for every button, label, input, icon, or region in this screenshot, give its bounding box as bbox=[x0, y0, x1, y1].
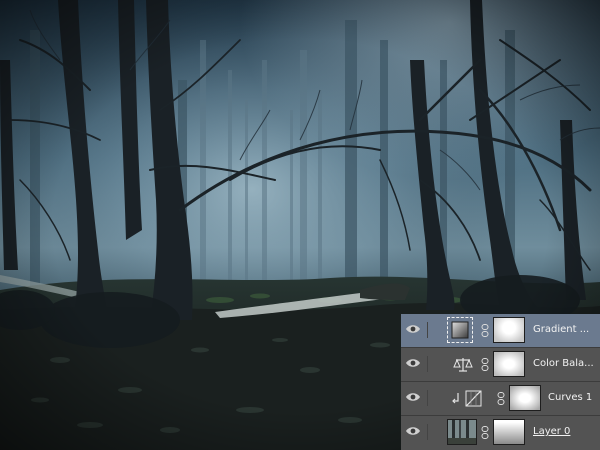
link-chain-icon[interactable] bbox=[497, 392, 505, 405]
layer-row-curves[interactable]: Curves 1 bbox=[401, 382, 600, 416]
color-balance-icon[interactable] bbox=[453, 356, 473, 373]
layer-image-thumbnail[interactable] bbox=[447, 419, 477, 445]
clipping-mask-arrow-icon bbox=[451, 392, 461, 404]
document-canvas: Gradient ... Color Bala... Curves 1 Laye… bbox=[0, 0, 600, 450]
link-chain-icon[interactable] bbox=[481, 358, 489, 371]
layer-name-layer-0[interactable]: Layer 0 bbox=[533, 426, 570, 437]
layer-name-color-balance[interactable]: Color Bala... bbox=[533, 358, 594, 369]
link-chain-icon[interactable] bbox=[481, 324, 489, 337]
layer-mask-thumbnail[interactable] bbox=[493, 317, 525, 343]
layer-name-gradient[interactable]: Gradient ... bbox=[533, 324, 589, 335]
link-chain-icon[interactable] bbox=[481, 426, 489, 439]
layers-panel: Gradient ... Color Bala... Curves 1 Laye… bbox=[401, 314, 600, 450]
layer-row-layer-0[interactable]: Layer 0 bbox=[401, 416, 600, 449]
visibility-eye-icon[interactable] bbox=[405, 390, 428, 406]
curves-icon[interactable] bbox=[465, 390, 485, 407]
layer-mask-thumbnail[interactable] bbox=[509, 385, 541, 411]
layer-name-curves[interactable]: Curves 1 bbox=[548, 392, 592, 403]
layer-row-color-balance[interactable]: Color Bala... bbox=[401, 348, 600, 382]
layer-mask-thumbnail[interactable] bbox=[493, 351, 525, 377]
layer-row-gradient[interactable]: Gradient ... bbox=[401, 314, 600, 348]
gradient-fill-thumbnail[interactable] bbox=[447, 317, 473, 343]
visibility-eye-icon[interactable] bbox=[405, 424, 428, 440]
layer-mask-thumbnail[interactable] bbox=[493, 419, 525, 445]
visibility-eye-icon[interactable] bbox=[405, 356, 428, 372]
visibility-eye-icon[interactable] bbox=[405, 322, 428, 338]
